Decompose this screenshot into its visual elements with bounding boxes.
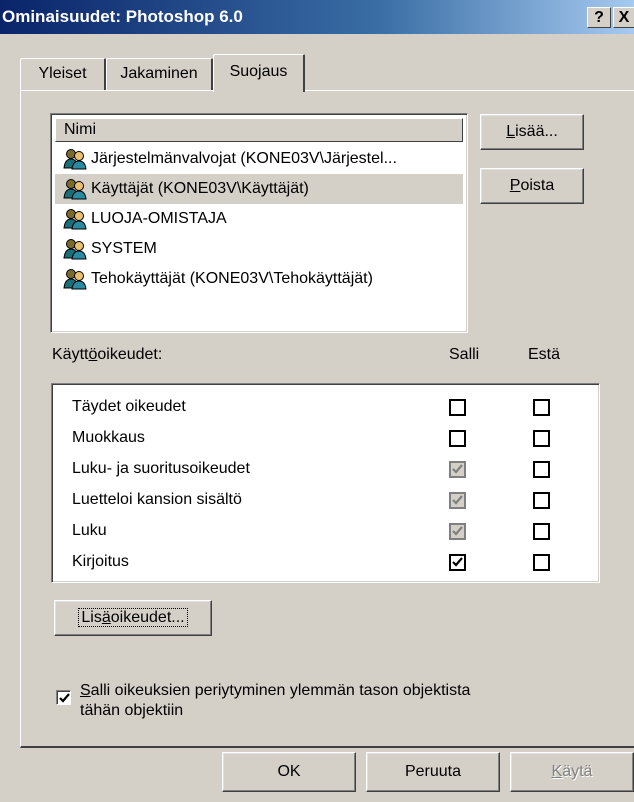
list-item-label: Tehokäyttäjät (KONE03V\Tehokäyttäjät) — [91, 270, 373, 287]
list-item[interactable]: Tehokäyttäjät (KONE03V\Tehokäyttäjät) — [55, 264, 463, 294]
checkmark-icon — [59, 693, 70, 703]
help-button[interactable]: ? — [587, 7, 611, 28]
inherit-permissions-checkbox[interactable] — [56, 690, 71, 705]
checkmark-icon — [452, 495, 463, 505]
list-item-selected[interactable]: Käyttäjät (KONE03V\Käyttäjät) — [55, 174, 463, 204]
names-list-header[interactable]: Nimi — [55, 118, 463, 142]
remove-button-label: Poista — [509, 177, 555, 194]
checkmark-icon — [452, 464, 463, 474]
apply-button[interactable]: Käytä — [510, 752, 634, 792]
checkmark-icon — [452, 526, 463, 536]
apply-button-label: Käytä — [551, 763, 593, 780]
list-item[interactable]: LUOJA-OMISTAJA — [55, 204, 463, 234]
tab-general[interactable]: Yleiset — [20, 58, 106, 90]
inherit-permissions-label[interactable]: Salli oikeuksien periytyminen ylemmän ta… — [80, 681, 470, 721]
deny-checkbox[interactable] — [533, 399, 550, 416]
allow-checkbox[interactable] — [449, 461, 466, 478]
list-item-label: LUOJA-OMISTAJA — [91, 210, 227, 227]
help-icon: ? — [594, 9, 604, 26]
tab-sharing-label: Jakaminen — [120, 65, 198, 82]
close-button[interactable]: X — [613, 7, 634, 28]
permission-row: Kirjoitus — [72, 547, 599, 577]
advanced-permissions-button[interactable]: Lisäoikeudet... — [54, 600, 212, 636]
permission-name: Kirjoitus — [72, 553, 129, 570]
deny-checkbox[interactable] — [533, 554, 550, 571]
names-header-label: Nimi — [64, 121, 96, 138]
add-button[interactable]: Lisää... — [480, 114, 584, 150]
advanced-button-label: Lisäoikeudet... — [78, 608, 188, 627]
permissions-label: Käyttöoikeudet: — [52, 346, 163, 363]
tab-sharing[interactable]: Jakaminen — [106, 58, 213, 90]
permission-name: Muokkaus — [72, 429, 145, 446]
deny-checkbox[interactable] — [533, 523, 550, 540]
allow-column-header: Salli — [449, 346, 480, 363]
close-icon: X — [618, 9, 630, 26]
remove-button[interactable]: Poista — [480, 168, 584, 204]
names-list[interactable]: Nimi Järjestelmänvalvojat (KONE03V\Järje… — [50, 113, 468, 333]
allow-checkbox[interactable] — [449, 430, 466, 447]
cancel-button[interactable]: Peruuta — [366, 752, 500, 792]
list-item-label: SYSTEM — [91, 240, 157, 257]
tab-security-label: Suojaus — [229, 63, 288, 80]
tab-security[interactable]: Suojaus — [213, 54, 305, 92]
users-group-icon — [63, 268, 87, 290]
list-item[interactable]: SYSTEM — [55, 234, 463, 264]
title-bar[interactable]: Ominaisuudet: Photoshop 6.0 ? X — [0, 0, 634, 34]
permission-row: Luku — [72, 516, 599, 546]
cancel-button-label: Peruuta — [404, 763, 462, 780]
permission-name: Luetteloi kansion sisältö — [72, 491, 242, 508]
window-title: Ominaisuudet: Photoshop 6.0 — [2, 7, 243, 26]
permission-row: Täydet oikeudet — [72, 392, 599, 422]
permission-row: Luetteloi kansion sisältö — [72, 485, 599, 515]
list-item-label: Järjestelmänvalvojat (KONE03V\Järjestel.… — [91, 150, 397, 167]
users-group-icon — [63, 178, 87, 200]
permission-name: Täydet oikeudet — [72, 398, 186, 415]
list-item-label: Käyttäjät (KONE03V\Käyttäjät) — [91, 180, 309, 197]
allow-checkbox[interactable] — [449, 554, 466, 571]
list-item[interactable]: Järjestelmänvalvojat (KONE03V\Järjestel.… — [55, 144, 463, 174]
ok-button-label: OK — [277, 763, 301, 780]
permissions-list[interactable]: Täydet oikeudet Muokkaus Luku- ja suoritus… — [51, 383, 600, 583]
deny-checkbox[interactable] — [533, 492, 550, 509]
ok-button[interactable]: OK — [222, 752, 356, 792]
permission-row: Muokkaus — [72, 423, 599, 453]
allow-checkbox[interactable] — [449, 399, 466, 416]
permission-name: Luku- ja suoritusoikeudet — [72, 460, 250, 477]
checkmark-icon — [452, 557, 463, 567]
permission-row: Luku- ja suoritusoikeudet — [72, 454, 599, 484]
users-group-icon — [63, 148, 87, 170]
permission-name: Luku — [72, 522, 107, 539]
deny-column-header: Estä — [528, 346, 561, 363]
tab-general-label: Yleiset — [38, 65, 87, 82]
allow-checkbox[interactable] — [449, 523, 466, 540]
users-group-icon — [63, 208, 87, 230]
users-group-icon — [63, 238, 87, 260]
deny-checkbox[interactable] — [533, 461, 550, 478]
add-button-label: Lisää... — [506, 123, 558, 140]
allow-checkbox[interactable] — [449, 492, 466, 509]
deny-checkbox[interactable] — [533, 430, 550, 447]
